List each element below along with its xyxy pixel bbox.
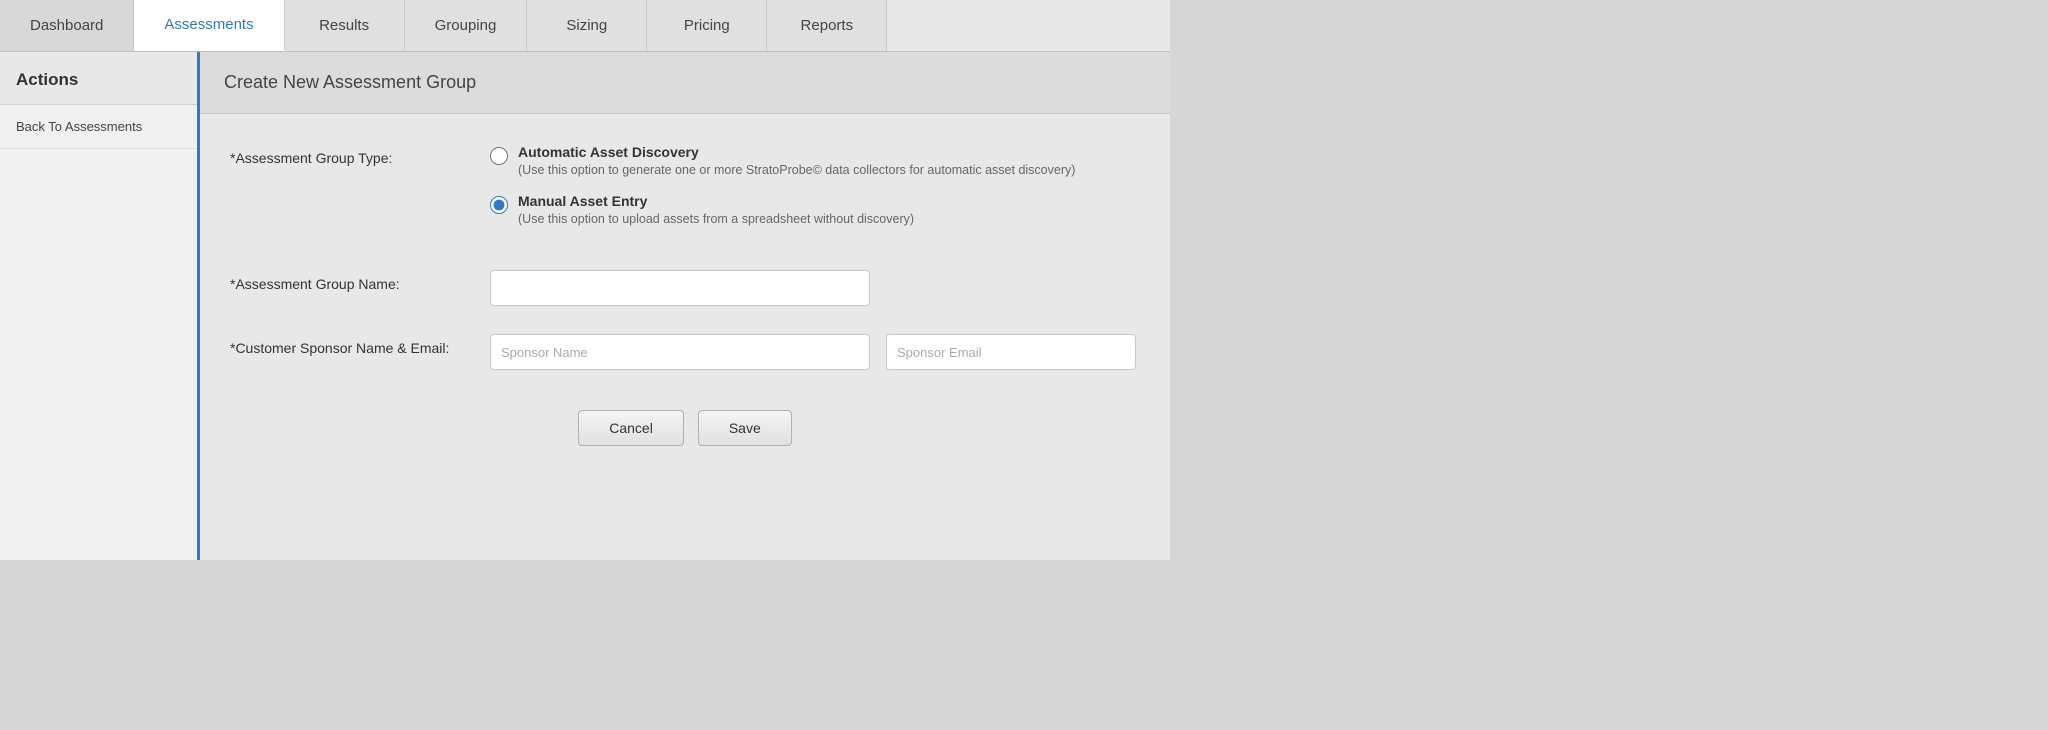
radio-automatic-label-block: Automatic Asset Discovery (Use this opti…	[518, 144, 1075, 177]
radio-automatic[interactable]	[490, 147, 508, 165]
sponsor-controls	[490, 334, 1140, 370]
form-row-sponsor: *Customer Sponsor Name & Email:	[230, 334, 1140, 370]
tab-pricing[interactable]: Pricing	[647, 0, 767, 51]
tab-assessments[interactable]: Assessments	[134, 0, 284, 51]
tab-grouping[interactable]: Grouping	[405, 0, 528, 51]
sidebar-item-back-to-assessments[interactable]: Back To Assessments	[0, 105, 197, 149]
group-name-controls	[490, 270, 1140, 306]
form-row-group-name: *Assessment Group Name:	[230, 270, 1140, 306]
radio-manual[interactable]	[490, 196, 508, 214]
group-type-label: *Assessment Group Type:	[230, 144, 490, 166]
sponsor-email-input[interactable]	[886, 334, 1136, 370]
sponsor-name-input[interactable]	[490, 334, 870, 370]
radio-option-manual: Manual Asset Entry (Use this option to u…	[490, 193, 1140, 226]
nav-tabs: Dashboard Assessments Results Grouping S…	[0, 0, 1170, 52]
sponsor-inputs-row	[490, 334, 1140, 370]
tab-sizing[interactable]: Sizing	[527, 0, 647, 51]
sponsor-label: *Customer Sponsor Name & Email:	[230, 334, 490, 356]
tab-results[interactable]: Results	[285, 0, 405, 51]
save-button[interactable]: Save	[698, 410, 792, 446]
sidebar-actions-header: Actions	[0, 52, 197, 105]
main-layout: Actions Back To Assessments Create New A…	[0, 52, 1170, 560]
radio-manual-label-block: Manual Asset Entry (Use this option to u…	[518, 193, 914, 226]
content-header: Create New Assessment Group	[200, 52, 1170, 114]
tab-reports[interactable]: Reports	[767, 0, 887, 51]
radio-automatic-desc: (Use this option to generate one or more…	[518, 163, 1075, 177]
content-body: *Assessment Group Type: Automatic Asset …	[200, 114, 1170, 476]
content-area: Create New Assessment Group *Assessment …	[200, 52, 1170, 560]
radio-automatic-title[interactable]: Automatic Asset Discovery	[518, 144, 1075, 160]
cancel-button[interactable]: Cancel	[578, 410, 684, 446]
sidebar: Actions Back To Assessments	[0, 52, 200, 560]
radio-manual-desc: (Use this option to upload assets from a…	[518, 212, 914, 226]
group-name-input[interactable]	[490, 270, 870, 306]
radio-option-automatic: Automatic Asset Discovery (Use this opti…	[490, 144, 1140, 177]
group-type-controls: Automatic Asset Discovery (Use this opti…	[490, 144, 1140, 242]
tab-dashboard[interactable]: Dashboard	[0, 0, 134, 51]
group-name-label: *Assessment Group Name:	[230, 270, 490, 292]
radio-manual-title[interactable]: Manual Asset Entry	[518, 193, 914, 209]
buttons-row: Cancel Save	[230, 410, 1140, 446]
form-row-group-type: *Assessment Group Type: Automatic Asset …	[230, 144, 1140, 242]
